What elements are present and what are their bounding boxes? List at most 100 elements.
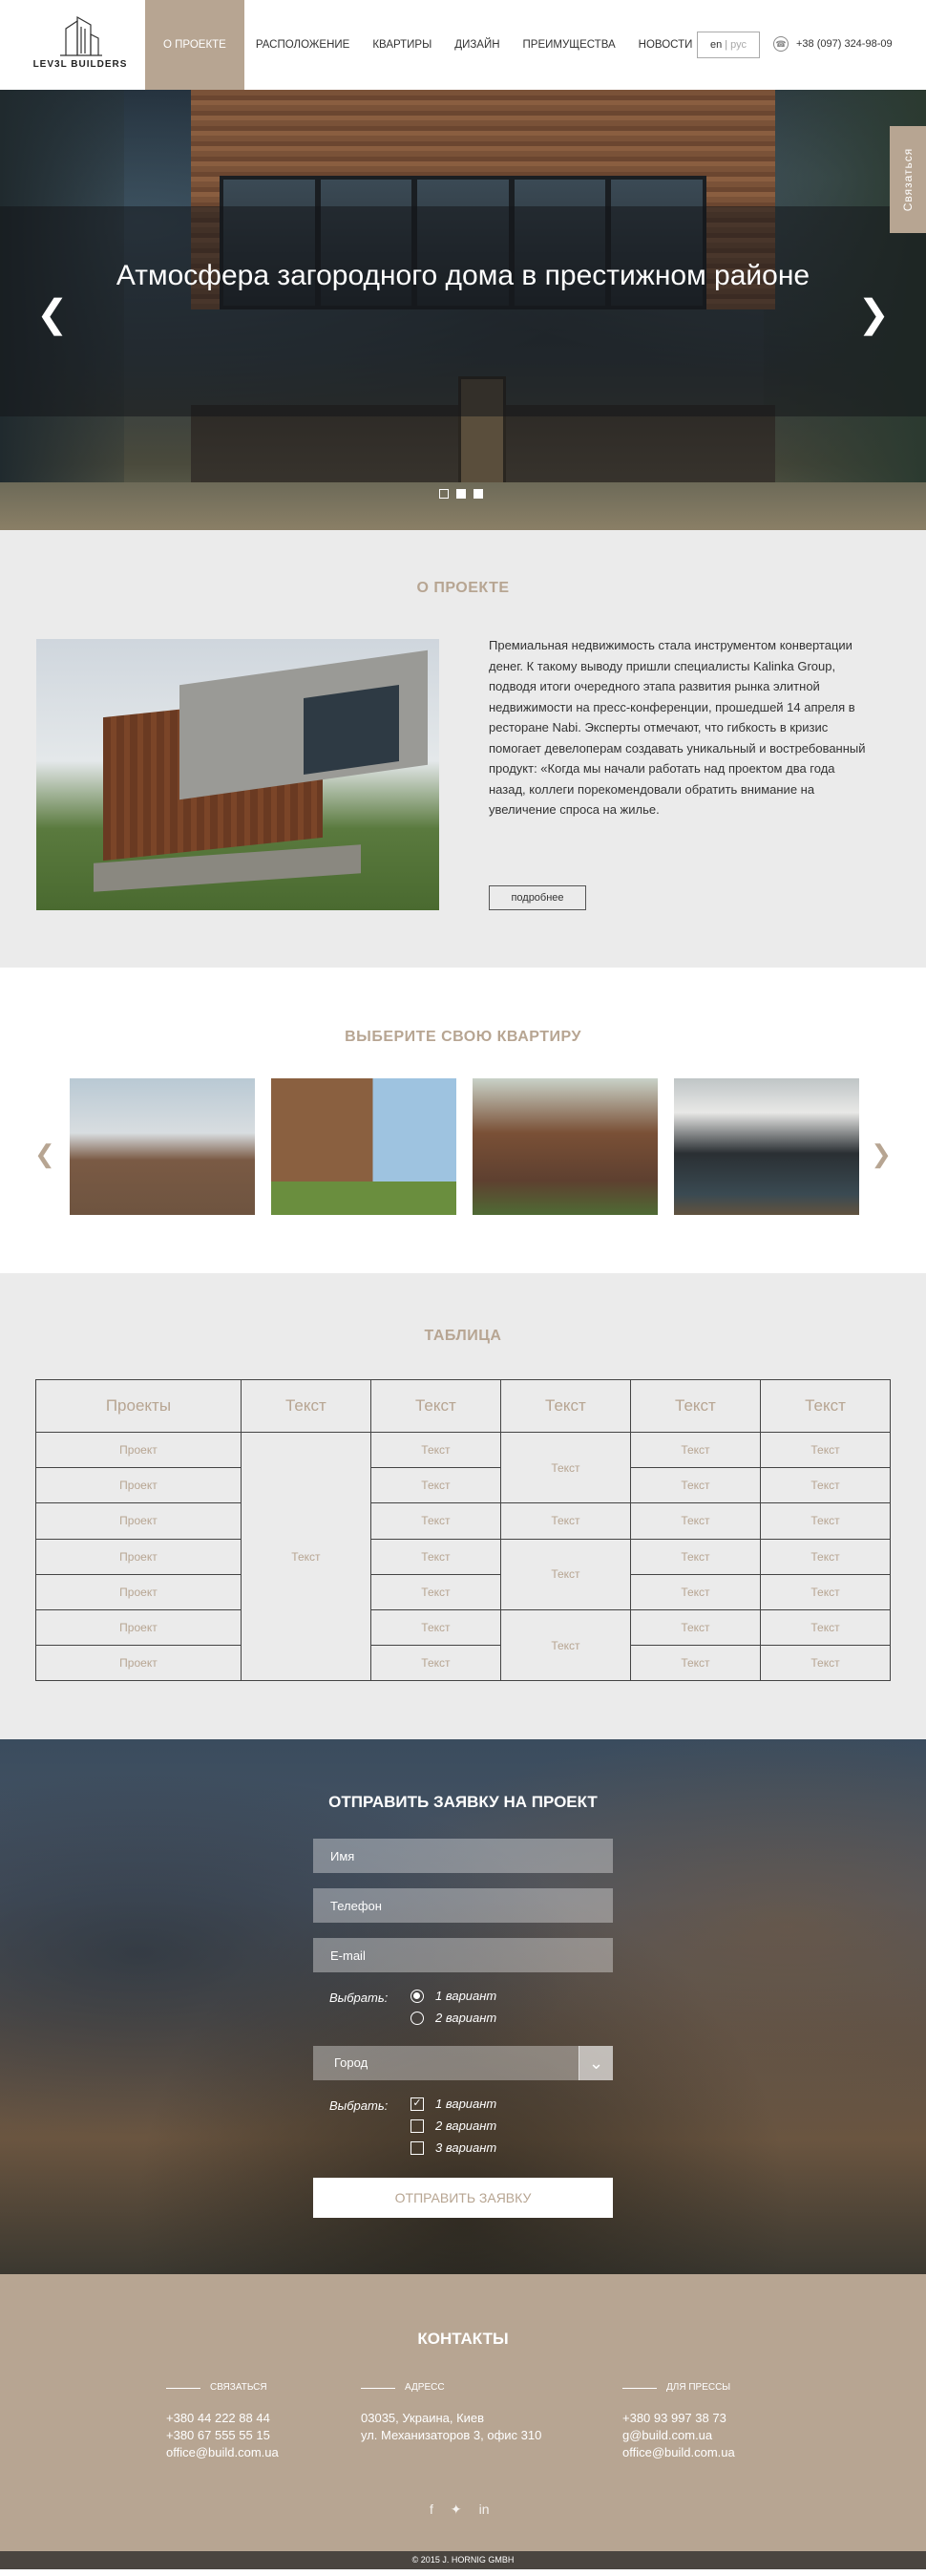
table-cell: Текст bbox=[369, 1431, 501, 1469]
footer-line[interactable]: +380 44 222 88 44 bbox=[166, 2410, 279, 2427]
logo[interactable]: LEV3L BUILDERS bbox=[32, 15, 128, 75]
table-cell: Текст bbox=[499, 1608, 631, 1682]
table-cell: Текст bbox=[369, 1467, 501, 1504]
footer-tag: АДРЕСС bbox=[361, 2379, 541, 2396]
table-cell: Текст bbox=[369, 1502, 501, 1540]
radio-label: 2 вариант bbox=[435, 2011, 497, 2025]
apartment-thumb[interactable] bbox=[674, 1078, 859, 1215]
table-row: Проект Текст Текст Текст Текст bbox=[35, 1502, 892, 1540]
hero-prev-arrow-icon[interactable]: ❮ bbox=[36, 295, 69, 333]
hero-next-arrow-icon[interactable]: ❯ bbox=[857, 295, 890, 333]
checkbox-option[interactable]: 3 вариант bbox=[410, 2140, 496, 2155]
footer: КОНТАКТЫ СВЯЗАТЬСЯ +380 44 222 88 44 +38… bbox=[0, 2274, 926, 2569]
footer-line[interactable]: office@build.com.ua bbox=[622, 2444, 735, 2461]
footer-line[interactable]: +380 93 997 38 73 bbox=[622, 2410, 735, 2427]
hero-dot[interactable] bbox=[456, 489, 466, 499]
nav-item[interactable]: О ПРОЕКТЕ bbox=[145, 0, 244, 90]
hero-title: Атмосфера загородного дома в престижном … bbox=[116, 260, 810, 291]
table-cell: Текст bbox=[369, 1538, 501, 1575]
table-header: Текст bbox=[499, 1379, 631, 1433]
about-image bbox=[36, 639, 439, 910]
table-cell: Текст bbox=[499, 1538, 631, 1610]
table-cell: Текст bbox=[629, 1502, 761, 1540]
lang-ru[interactable]: рус bbox=[730, 39, 747, 51]
table-row: Проект Текст Текст Текст Текст bbox=[35, 1608, 892, 1682]
table-cell: Проект bbox=[35, 1538, 242, 1575]
form-title: ОТПРАВИТЬ ЗАЯВКУ НА ПРОЕКТ bbox=[328, 1793, 598, 1811]
table-section: ТАБЛИЦА Проекты Текст Текст Текст Текст Текст… bbox=[0, 1273, 926, 1739]
hero-pagination bbox=[439, 489, 483, 499]
social-links: f ✦ in bbox=[430, 2501, 490, 2518]
site-header: LEV3L BUILDERS О ПРОЕКТЕ РАСПОЛОЖЕНИЕ КВАР… bbox=[0, 0, 926, 90]
contact-tab[interactable]: Связаться bbox=[890, 126, 926, 233]
apartment-thumb[interactable] bbox=[70, 1078, 255, 1215]
radio-group-label: Выбрать: bbox=[329, 1991, 389, 2005]
about-section: О ПРОЕКТЕ Премиальная недвижимость стала… bbox=[0, 530, 926, 968]
checkbox-icon[interactable] bbox=[410, 2140, 424, 2155]
table-header: Текст bbox=[759, 1379, 892, 1433]
radio-option[interactable]: 1 вариант bbox=[410, 1989, 496, 2003]
nav-item[interactable]: КВАРТИРЫ bbox=[361, 0, 443, 90]
about-title: О ПРОЕКТЕ bbox=[416, 580, 510, 596]
phone-input[interactable] bbox=[313, 1888, 613, 1923]
checkbox-group-label: Выбрать: bbox=[329, 2098, 389, 2113]
twitter-icon[interactable]: ✦ bbox=[451, 2501, 462, 2518]
chevron-down-icon[interactable]: ⌄ bbox=[579, 2046, 613, 2080]
radio-icon[interactable] bbox=[410, 1989, 424, 2003]
data-table: Проекты Текст Текст Текст Текст Текст Проект Те… bbox=[35, 1379, 892, 1682]
checkbox-option[interactable]: 2 вариант bbox=[410, 2118, 496, 2133]
email-input[interactable] bbox=[313, 1938, 613, 1972]
header-phone[interactable]: ☎ +38 (097) 324-98-09 bbox=[773, 36, 893, 52]
submit-button[interactable]: ОТПРАВИТЬ ЗАЯВКУ bbox=[313, 2178, 613, 2218]
checkbox-icon[interactable]: ✓ bbox=[410, 2097, 424, 2111]
table-header: Текст bbox=[369, 1379, 501, 1433]
logo-text: LEV3L BUILDERS bbox=[32, 59, 128, 70]
table-row: Проект Текст Текст Текст bbox=[35, 1573, 892, 1610]
table-cell: Текст bbox=[629, 1538, 761, 1575]
radio-icon[interactable] bbox=[410, 2011, 424, 2025]
table-row: Проект Текст Текст Текст bbox=[35, 1467, 892, 1504]
apartment-thumb[interactable] bbox=[473, 1078, 658, 1215]
table-cell: Текст bbox=[499, 1431, 631, 1504]
footer-line[interactable]: office@build.com.ua bbox=[166, 2444, 279, 2461]
city-select[interactable]: Город ⌄ bbox=[313, 2046, 613, 2080]
table-cell: Текст bbox=[369, 1608, 501, 1647]
hero-dot[interactable] bbox=[474, 489, 483, 499]
table-cell: Текст bbox=[629, 1608, 761, 1647]
carousel-next-arrow-icon[interactable]: ❯ bbox=[871, 1139, 892, 1169]
more-button[interactable]: подробнее bbox=[489, 885, 586, 910]
footer-line[interactable]: g@build.com.ua bbox=[622, 2427, 735, 2444]
carousel-prev-arrow-icon[interactable]: ❮ bbox=[34, 1139, 55, 1169]
table-row: Проект Текст Текст Текст bbox=[35, 1645, 892, 1682]
nav-item[interactable]: ПРЕИМУЩЕСТВА bbox=[512, 0, 627, 90]
nav-item[interactable]: ДИЗАЙН bbox=[443, 0, 511, 90]
checkbox-option[interactable]: ✓ 1 вариант bbox=[410, 2097, 496, 2111]
about-text: Премиальная недвижимость стала инструмен… bbox=[489, 638, 866, 817]
table-cell: Текст bbox=[759, 1538, 892, 1575]
table-cell: Текст bbox=[629, 1431, 761, 1469]
table-cell: Проект bbox=[35, 1431, 242, 1469]
choose-apartment-section: ВЫБЕРИТЕ СВОЮ КВАРТИРУ ❮ ❯ bbox=[0, 968, 926, 1273]
checkbox-icon[interactable] bbox=[410, 2118, 424, 2133]
hero-slider: Атмосфера загородного дома в престижном … bbox=[0, 90, 926, 530]
facebook-icon[interactable]: f bbox=[430, 2501, 433, 2518]
table-row: Проект Текст Текст Текст Текст Текст bbox=[35, 1431, 892, 1682]
footer-line[interactable]: +380 67 555 55 15 bbox=[166, 2427, 279, 2444]
hero-dot[interactable] bbox=[439, 489, 449, 499]
phone-number: +38 (097) 324-98-09 bbox=[796, 38, 893, 50]
table-cell: Текст bbox=[759, 1573, 892, 1610]
footer-title: КОНТАКТЫ bbox=[417, 2330, 509, 2348]
apartment-carousel bbox=[70, 1078, 859, 1215]
main-nav: О ПРОЕКТЕ РАСПОЛОЖЕНИЕ КВАРТИРЫ ДИЗАЙН ПРЕИМ… bbox=[145, 0, 704, 90]
apartment-thumb[interactable] bbox=[271, 1078, 456, 1215]
nav-item[interactable]: НОВОСТИ bbox=[627, 0, 705, 90]
linkedin-icon[interactable]: in bbox=[479, 2501, 490, 2518]
radio-option[interactable]: 2 вариант bbox=[410, 2011, 496, 2025]
name-input[interactable] bbox=[313, 1839, 613, 1873]
nav-item[interactable]: РАСПОЛОЖЕНИЕ bbox=[244, 0, 361, 90]
table-header: Текст bbox=[240, 1379, 371, 1433]
lang-en[interactable]: en bbox=[710, 39, 722, 51]
language-switch[interactable]: en | рус bbox=[697, 32, 760, 58]
logo-building-icon bbox=[60, 15, 102, 56]
table-header: Текст bbox=[629, 1379, 761, 1433]
